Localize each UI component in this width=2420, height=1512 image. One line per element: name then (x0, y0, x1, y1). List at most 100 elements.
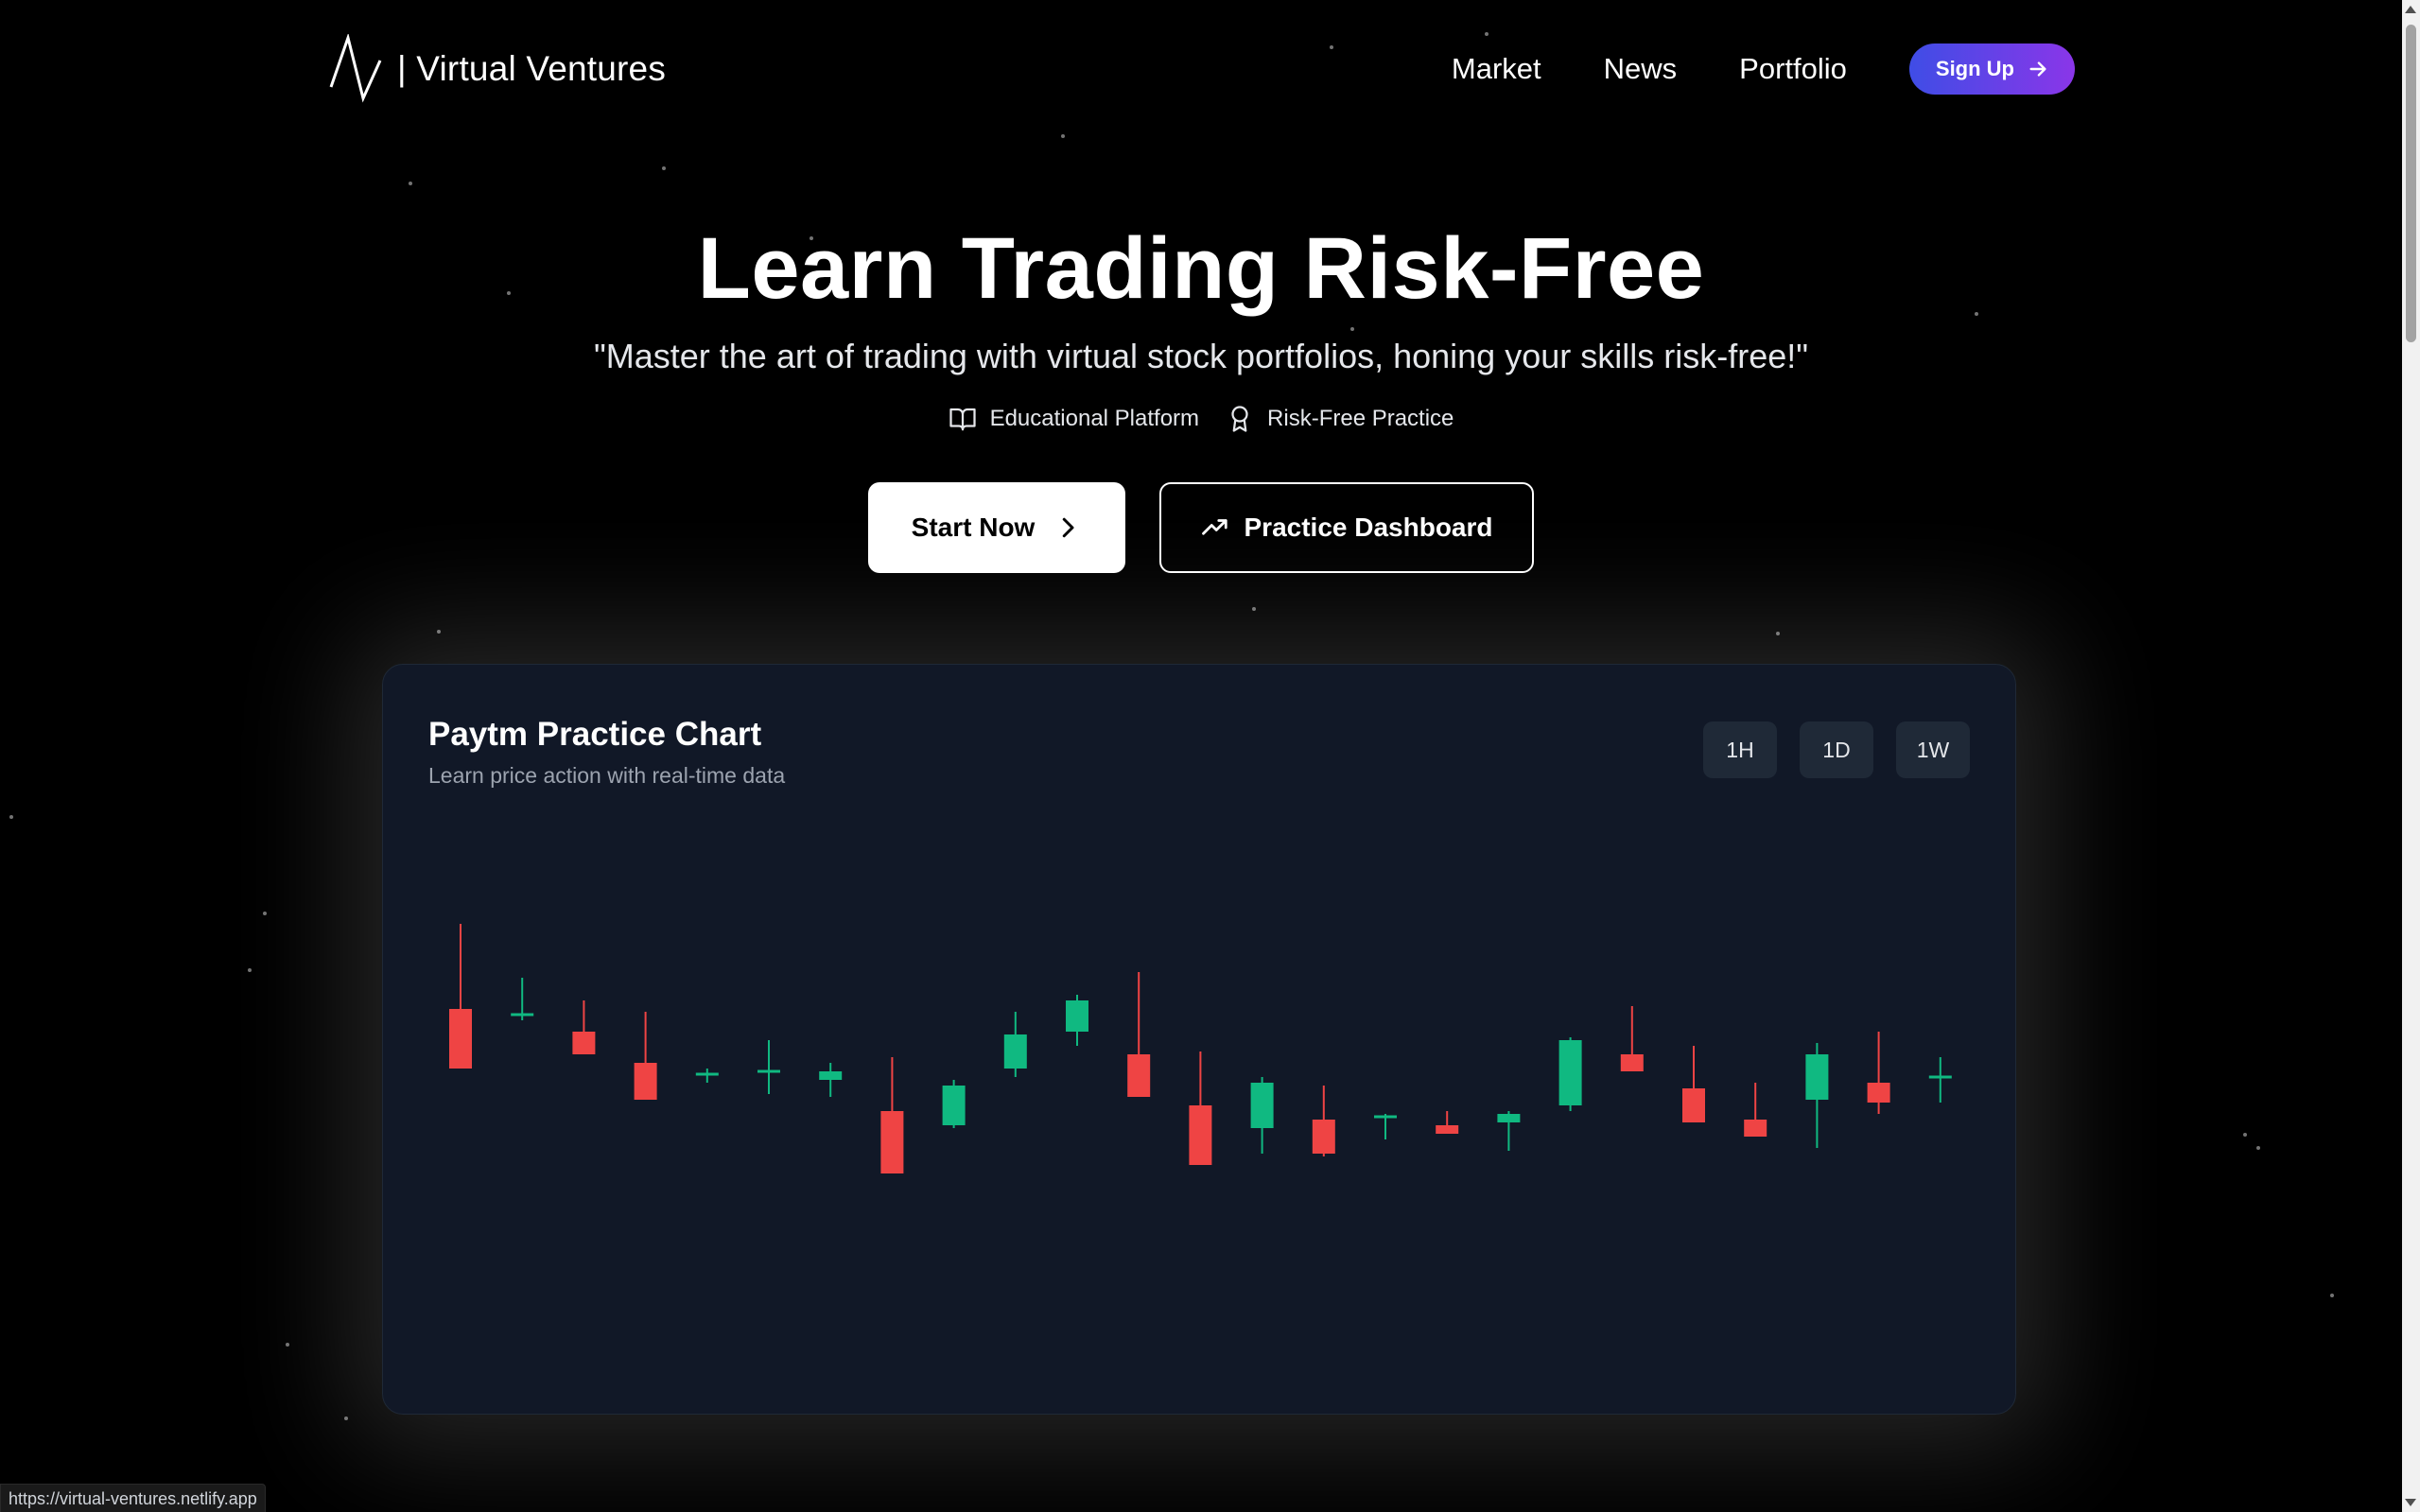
star (409, 182, 412, 185)
candle-body (1312, 1120, 1335, 1154)
candle-1 (449, 924, 472, 1069)
candle-body (572, 1032, 596, 1054)
candle-7 (819, 1063, 843, 1097)
star (344, 1416, 348, 1420)
candle-25 (1928, 1057, 1952, 1103)
tag-educational-platform: Educational Platform (949, 405, 1199, 433)
timeframe-1w-button[interactable]: 1W (1896, 721, 1970, 778)
timeframe-selector: 1H 1D 1W (1703, 721, 1970, 778)
arrow-right-icon (2029, 61, 2046, 77)
candle-22 (1744, 1083, 1767, 1137)
page: | Virtual Ventures Market News Portfolio… (0, 0, 2420, 1512)
star (248, 968, 252, 972)
scroll-up-arrow-icon[interactable] (2405, 6, 2416, 13)
hero-tags: Educational Platform Risk-Free Practice (0, 405, 2402, 433)
award-icon (1231, 406, 1248, 432)
candle-9 (942, 1080, 966, 1128)
candle-body (942, 1086, 966, 1125)
candle-body (1620, 1054, 1644, 1071)
star (2243, 1133, 2247, 1137)
candle-body (1497, 1114, 1521, 1122)
candle-body (695, 1072, 719, 1076)
candle-body (1558, 1040, 1582, 1105)
candle-17 (1436, 1111, 1459, 1134)
hero-subtitle: "Master the art of trading with virtual … (593, 337, 1809, 375)
candle-body (819, 1071, 843, 1080)
timeframe-1h-button[interactable]: 1H (1703, 721, 1777, 778)
scroll-down-arrow-icon[interactable] (2405, 1499, 2416, 1506)
book-open-icon (949, 408, 976, 431)
brand-name: | Virtual Ventures (397, 49, 667, 88)
candle-body (634, 1063, 657, 1100)
candle-body (511, 1013, 534, 1017)
start-now-label: Start Now (911, 513, 1036, 542)
candle-21 (1682, 1046, 1705, 1122)
candle-13 (1189, 1051, 1212, 1165)
candle-body (757, 1069, 780, 1073)
cta-row: Start Now Practice Dashboard (0, 482, 2402, 573)
start-now-button[interactable]: Start Now (868, 482, 1125, 573)
status-bar-url: https://virtual-ventures.netlify.app (0, 1484, 266, 1512)
candle-19 (1558, 1037, 1582, 1111)
brand[interactable]: | Virtual Ventures (329, 34, 666, 104)
chart-subtitle: Learn price action with real-time data (428, 763, 786, 788)
candle-body (1250, 1083, 1274, 1128)
candle-body (1189, 1105, 1212, 1165)
timeframe-1d-button[interactable]: 1D (1800, 721, 1873, 778)
scrollbar-thumb[interactable] (2406, 25, 2416, 342)
nav-links: Market News Portfolio Sign Up (1452, 43, 2075, 95)
top-navbar: | Virtual Ventures Market News Portfolio… (329, 30, 2075, 108)
candle-body (1867, 1083, 1890, 1103)
chevron-right-icon (1063, 517, 1074, 538)
candle-3 (572, 1000, 596, 1054)
candle-8 (880, 1057, 904, 1173)
candle-body (1066, 1000, 1088, 1032)
candle-10 (1003, 1012, 1027, 1077)
practice-dashboard-button[interactable]: Practice Dashboard (1159, 482, 1534, 573)
candle-4 (634, 1012, 657, 1100)
candle-11 (1066, 995, 1088, 1046)
candle-14 (1250, 1077, 1274, 1154)
candle-body (1805, 1054, 1829, 1100)
candle-body (1436, 1125, 1459, 1134)
candle-20 (1620, 1006, 1644, 1071)
star (263, 912, 267, 915)
sign-up-button[interactable]: Sign Up (1908, 43, 2075, 95)
candle-23 (1805, 1043, 1829, 1148)
nav-link-portfolio[interactable]: Portfolio (1739, 52, 1847, 86)
star (286, 1343, 289, 1347)
candle-18 (1497, 1111, 1521, 1151)
candle-15 (1312, 1086, 1335, 1156)
star (1350, 327, 1354, 331)
candle-body (880, 1111, 904, 1173)
page-scrollbar[interactable] (2402, 0, 2420, 1512)
star (1776, 632, 1780, 635)
star (1061, 134, 1065, 138)
candle-body (1127, 1054, 1151, 1097)
star (2256, 1146, 2260, 1150)
trending-up-icon (1201, 519, 1227, 535)
tag-risk-free-practice: Risk-Free Practice (1226, 405, 1454, 433)
candle-16 (1374, 1114, 1397, 1139)
candle-body (1682, 1088, 1705, 1122)
nav-link-news[interactable]: News (1604, 52, 1678, 86)
practice-dashboard-label: Practice Dashboard (1244, 513, 1493, 542)
tag-label: Risk-Free Practice (1267, 406, 1454, 431)
star (1252, 607, 1256, 611)
candle-24 (1867, 1032, 1890, 1114)
chart-title: Paytm Practice Chart (428, 716, 762, 753)
candle-body (1003, 1034, 1027, 1069)
candle-5 (695, 1069, 719, 1083)
star (437, 630, 441, 634)
candle-body (1374, 1115, 1397, 1119)
star (9, 815, 13, 819)
star (662, 166, 666, 170)
nav-link-market[interactable]: Market (1452, 52, 1541, 86)
candle-12 (1127, 972, 1151, 1097)
star (2330, 1294, 2334, 1297)
candle-body (449, 1009, 472, 1069)
sign-up-label: Sign Up (1935, 57, 2014, 80)
tag-label: Educational Platform (989, 406, 1200, 431)
candle-2 (511, 978, 534, 1020)
candle-6 (757, 1040, 780, 1094)
